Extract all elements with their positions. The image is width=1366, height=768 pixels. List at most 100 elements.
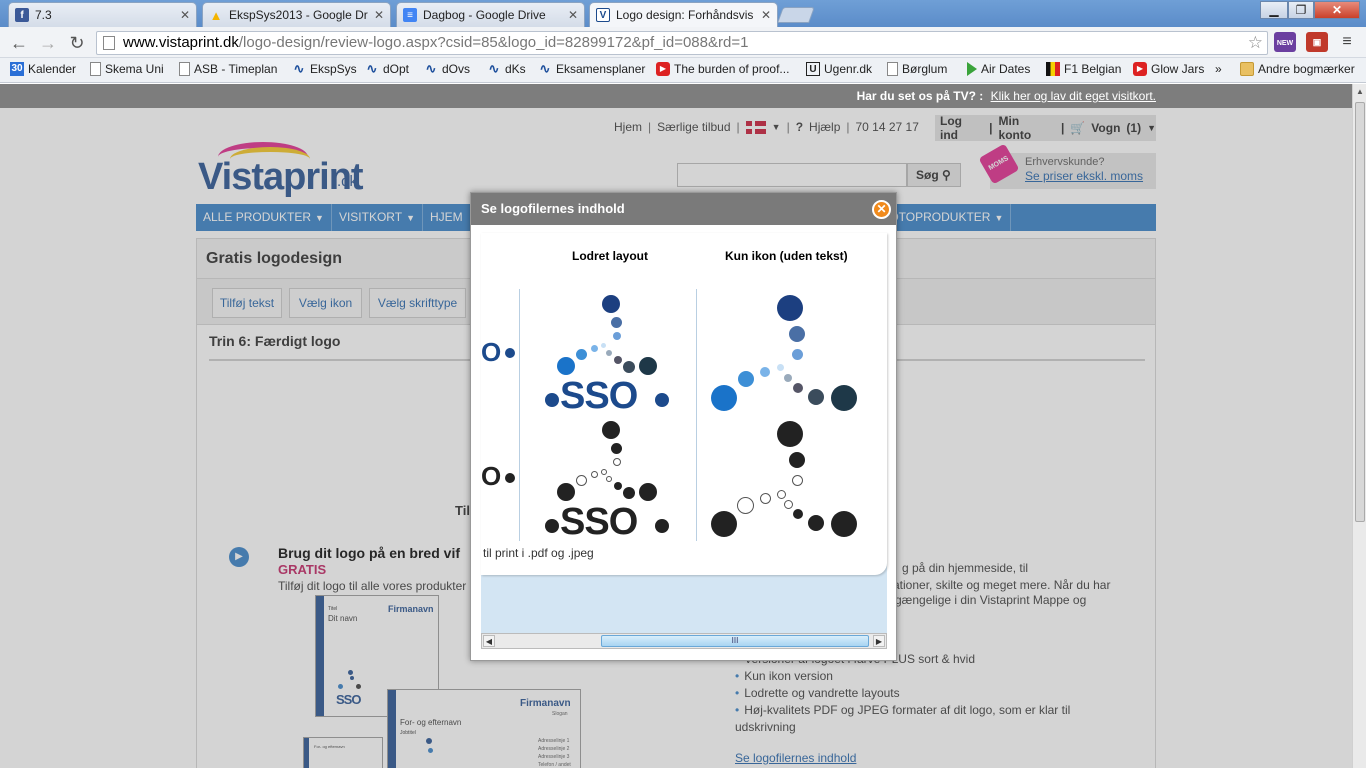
logo-dot xyxy=(606,476,612,482)
bookmark-item[interactable]: 30 Kalender xyxy=(10,62,76,76)
bookmark-item[interactable]: ∿ EkspSys xyxy=(292,61,357,77)
card-stripe xyxy=(388,690,396,768)
tv-link[interactable]: Klik her og lav dit eget visitkort. xyxy=(991,89,1156,103)
logo-dot xyxy=(639,483,657,501)
scroll-up-icon[interactable]: ▲ xyxy=(1356,87,1364,96)
logo-dot xyxy=(808,389,824,405)
extension-new-icon[interactable]: NEW xyxy=(1274,32,1296,52)
address-bar[interactable]: www.vistaprint.dk/logo-design/review-log… xyxy=(96,31,1268,55)
bookmark-item[interactable]: ▶ The burden of proof... xyxy=(656,62,789,76)
cart-count: (1) xyxy=(1126,121,1142,135)
logo-dot xyxy=(760,367,770,377)
bookmark-label: F1 Belgian xyxy=(1064,62,1122,76)
step-choose-font[interactable]: Vælg skrifttype xyxy=(369,288,466,318)
bookmark-item[interactable]: ▶ Glow Jars xyxy=(1133,62,1204,76)
menu-all-products[interactable]: ALLE PRODUKTER ▼ xyxy=(196,204,332,231)
home-link[interactable]: Hjem xyxy=(614,120,642,134)
bookmark-item[interactable]: U Ugenr.dk xyxy=(806,62,872,76)
menu-business-cards[interactable]: VISITKORT ▼ xyxy=(332,204,423,231)
chrome-menu-icon[interactable]: ≡ xyxy=(1336,32,1358,52)
chevron-down-icon: ▼ xyxy=(315,213,324,223)
bookmark-item[interactable]: Børglum xyxy=(887,62,947,76)
chevron-down-icon[interactable]: ▼ xyxy=(1147,123,1156,133)
play-icon xyxy=(967,62,977,76)
vistaprint-logo[interactable]: Vistaprint .dk xyxy=(196,142,366,198)
top-links: Hjem | Særlige tilbud | ▼ | ? Hjælp | 70 14 2… xyxy=(614,120,919,134)
window-close-button[interactable]: ✕ xyxy=(1314,1,1360,19)
logo-dot xyxy=(793,383,803,393)
tv-promo-bar: Har du set os på TV? : Klik her og lav d… xyxy=(0,84,1352,108)
scroll-right-icon[interactable]: ▶ xyxy=(873,635,885,647)
logo-dot xyxy=(784,500,793,509)
bookmark-star-icon[interactable]: ☆ xyxy=(1248,32,1263,54)
logo-dot xyxy=(601,343,606,348)
special-offers-link[interactable]: Særlige tilbud xyxy=(657,120,730,134)
horizontal-scrollbar[interactable]: ◀ III ▶ xyxy=(481,633,887,649)
cart-link[interactable]: Vogn xyxy=(1091,121,1120,135)
page-icon xyxy=(90,62,101,76)
step-label: Vælg skrifttype xyxy=(377,296,458,310)
scrollbar-thumb[interactable] xyxy=(1355,102,1365,522)
prices-ex-vat-link[interactable]: Se priser ekskl. moms xyxy=(1025,169,1143,183)
bookmark-item[interactable]: Skema Uni xyxy=(90,62,164,76)
minimize-button[interactable]: ▁ xyxy=(1260,1,1288,19)
bookmark-label: Børglum xyxy=(902,62,948,76)
bookmark-item[interactable]: ∿ dOpt xyxy=(365,62,409,77)
url-host: www.vistaprint.dk xyxy=(123,34,239,51)
logo-dot xyxy=(591,471,598,478)
reload-icon[interactable]: ↻ xyxy=(66,32,88,54)
logo-dot xyxy=(505,473,515,483)
tab-vistaprint[interactable]: V Logo design: Forhåndsvis ✕ xyxy=(589,2,778,27)
drive-icon: ∿ xyxy=(293,61,305,76)
logo-files-dialog: Se logofilernes indhold ✕ Lodret layout … xyxy=(470,192,897,661)
tab-ekspsys-drive[interactable]: ▲ EkspSys2013 - Google Drive ✕ xyxy=(202,2,391,27)
denmark-flag-icon[interactable] xyxy=(745,120,766,134)
search-button-label: Søg xyxy=(916,168,939,182)
column-heading-icon-only: Kun ikon (uden tekst) xyxy=(725,249,848,263)
bookmark-item[interactable]: ∿ dOvs xyxy=(424,62,470,77)
bookmark-item[interactable]: ∿ dKs xyxy=(487,62,526,77)
logo-dot xyxy=(505,348,515,358)
benefit-item: Høj-kvalitets PDF og JPEG formater af di… xyxy=(735,702,1095,736)
cut-logo-text: O xyxy=(481,461,501,491)
maximize-button[interactable]: ❐ xyxy=(1288,1,1314,19)
forward-arrow-icon[interactable]: → xyxy=(37,32,59,54)
search-button[interactable]: Søg ⚲ xyxy=(907,163,961,187)
description-line: ationer, skilte og meget mere. Når du ha… xyxy=(893,578,1111,592)
help-link[interactable]: Hjælp xyxy=(809,120,840,134)
tab-title: Logo design: Forhåndsvis xyxy=(616,8,754,22)
browser-toolbar: ← → ↻ www.vistaprint.dk/logo-design/revi… xyxy=(0,27,1366,58)
logo-dot xyxy=(611,317,622,328)
search-input[interactable] xyxy=(677,163,907,187)
my-account-link[interactable]: Min konto xyxy=(999,114,1055,142)
bookmark-item[interactable]: Air Dates xyxy=(967,62,1030,76)
new-tab-button[interactable] xyxy=(777,7,815,23)
step-add-text[interactable]: Tilføj tekst xyxy=(212,288,282,318)
see-logo-files-link[interactable]: Se logofilernes indhold xyxy=(735,751,856,765)
login-link[interactable]: Log ind xyxy=(940,114,983,142)
page-scrollbar[interactable]: ▲ xyxy=(1352,84,1366,768)
tab-close-icon[interactable]: ✕ xyxy=(761,8,771,22)
dialog-header: Se logofilernes indhold xyxy=(471,193,896,225)
bookmark-item[interactable]: ∿ Eksamensplaner xyxy=(538,62,646,77)
bookmark-item[interactable]: ASB - Timeplan xyxy=(179,62,277,76)
tab-facebook[interactable]: f 7.3 ✕ xyxy=(8,2,197,27)
back-arrow-icon[interactable]: ← xyxy=(8,32,30,54)
tab-close-icon[interactable]: ✕ xyxy=(374,8,384,22)
tab-dagbog-drive[interactable]: ≡ Dagbog - Google Drive ✕ xyxy=(396,2,585,27)
step-choose-icon[interactable]: Vælg ikon xyxy=(289,288,362,318)
more-bookmarks-chevron[interactable]: » xyxy=(1215,62,1222,76)
scroll-left-icon[interactable]: ◀ xyxy=(483,635,495,647)
close-icon[interactable]: ✕ xyxy=(872,200,891,219)
tab-title: EkspSys2013 - Google Drive xyxy=(229,8,368,22)
other-bookmarks[interactable]: Andre bogmærker xyxy=(1240,62,1355,76)
extension-icon[interactable]: ▣ xyxy=(1306,32,1328,52)
tab-close-icon[interactable]: ✕ xyxy=(180,8,190,22)
chevron-down-icon[interactable]: ▼ xyxy=(772,122,781,132)
bookmark-item[interactable]: F1 Belgian xyxy=(1046,62,1121,76)
chevron-down-icon: ▼ xyxy=(994,213,1004,223)
scrollbar-thumb[interactable]: III xyxy=(601,635,869,647)
logo-dot xyxy=(602,421,620,439)
tab-close-icon[interactable]: ✕ xyxy=(568,8,578,22)
belgium-flag-icon xyxy=(1046,62,1060,76)
